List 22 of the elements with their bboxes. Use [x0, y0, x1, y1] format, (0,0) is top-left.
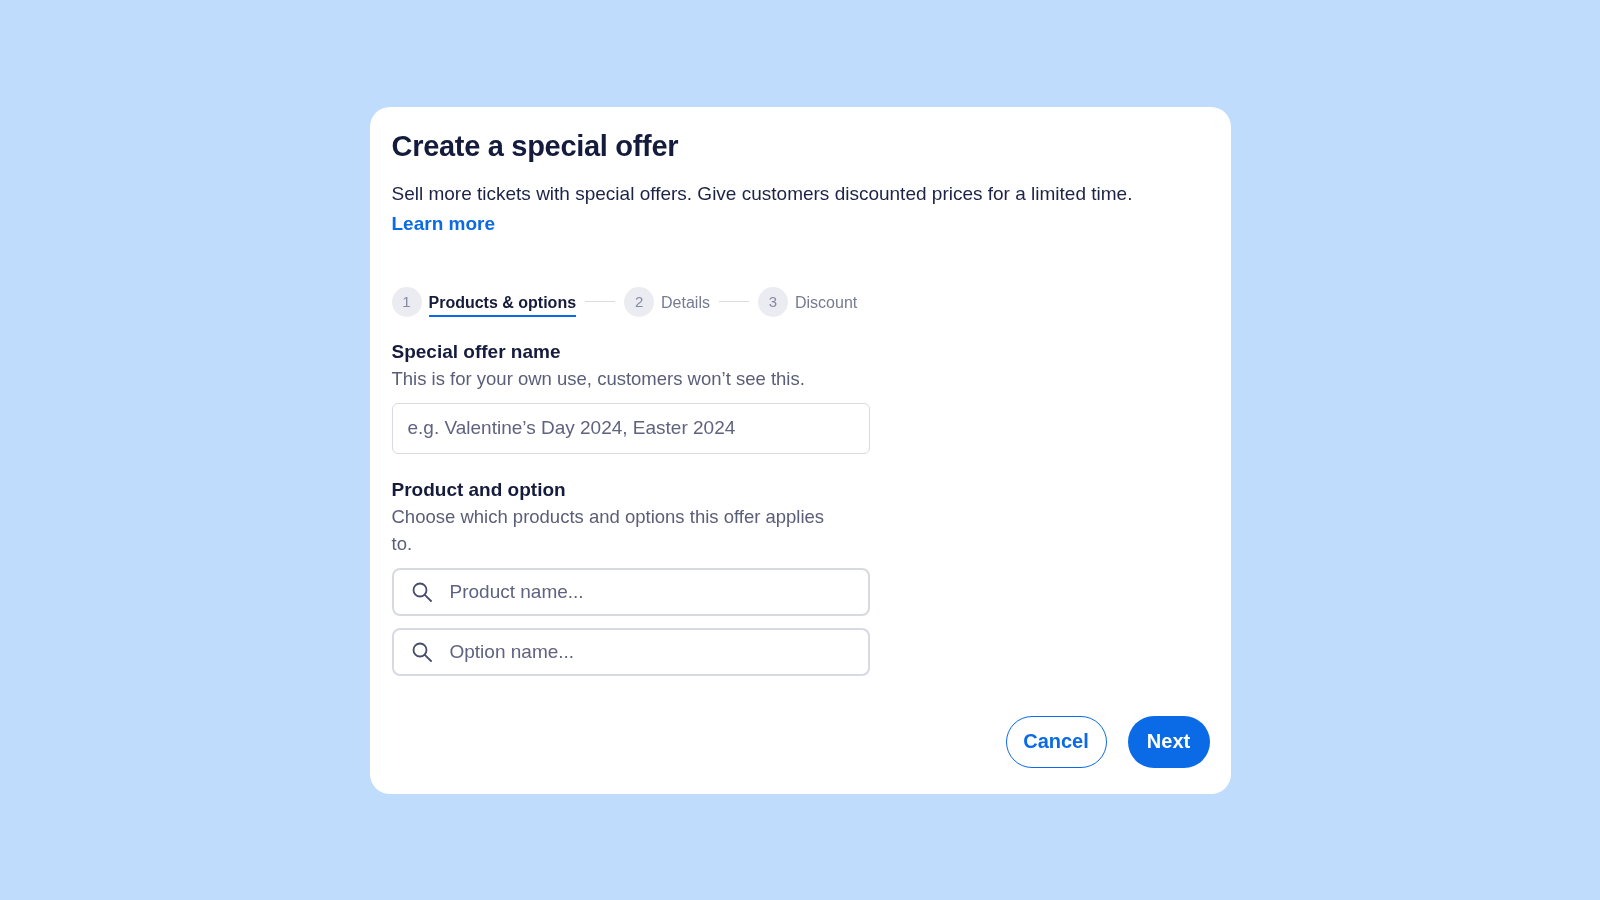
step-connector [585, 301, 616, 302]
step-number: 2 [624, 286, 655, 317]
field-hint: Choose which products and options this offer applies to. [391, 504, 826, 556]
field-hint: This is for your own use, customers won’t see this. [391, 366, 806, 391]
cancel-button[interactable]: Cancel [1005, 715, 1107, 768]
field-label: Product and option [391, 477, 567, 502]
dialog-title: Create a special offer [391, 128, 680, 164]
next-button[interactable]: Next [1127, 715, 1210, 768]
step-tab[interactable]: Products & options [428, 290, 577, 317]
search-icon [411, 641, 432, 662]
step-tab[interactable]: Discount [794, 290, 858, 317]
learn-more-link[interactable]: Learn more [391, 212, 495, 234]
step-number: 1 [391, 286, 422, 317]
description-text: Sell more tickets with special offers. Give customers discounted prices for a limited time. Learn more [391, 181, 1134, 236]
search-field[interactable]: Option name... [391, 627, 870, 676]
field-label: Special offer name [391, 339, 562, 364]
step-number: 3 [757, 286, 788, 317]
name-input-field[interactable]: e.g. Valentine’s Day 2024, Easter 2024 [391, 402, 870, 454]
step-connector [718, 301, 749, 302]
step-tab[interactable]: Details [661, 290, 710, 317]
search-field[interactable]: Product name... [391, 567, 870, 616]
search-icon [411, 581, 432, 602]
